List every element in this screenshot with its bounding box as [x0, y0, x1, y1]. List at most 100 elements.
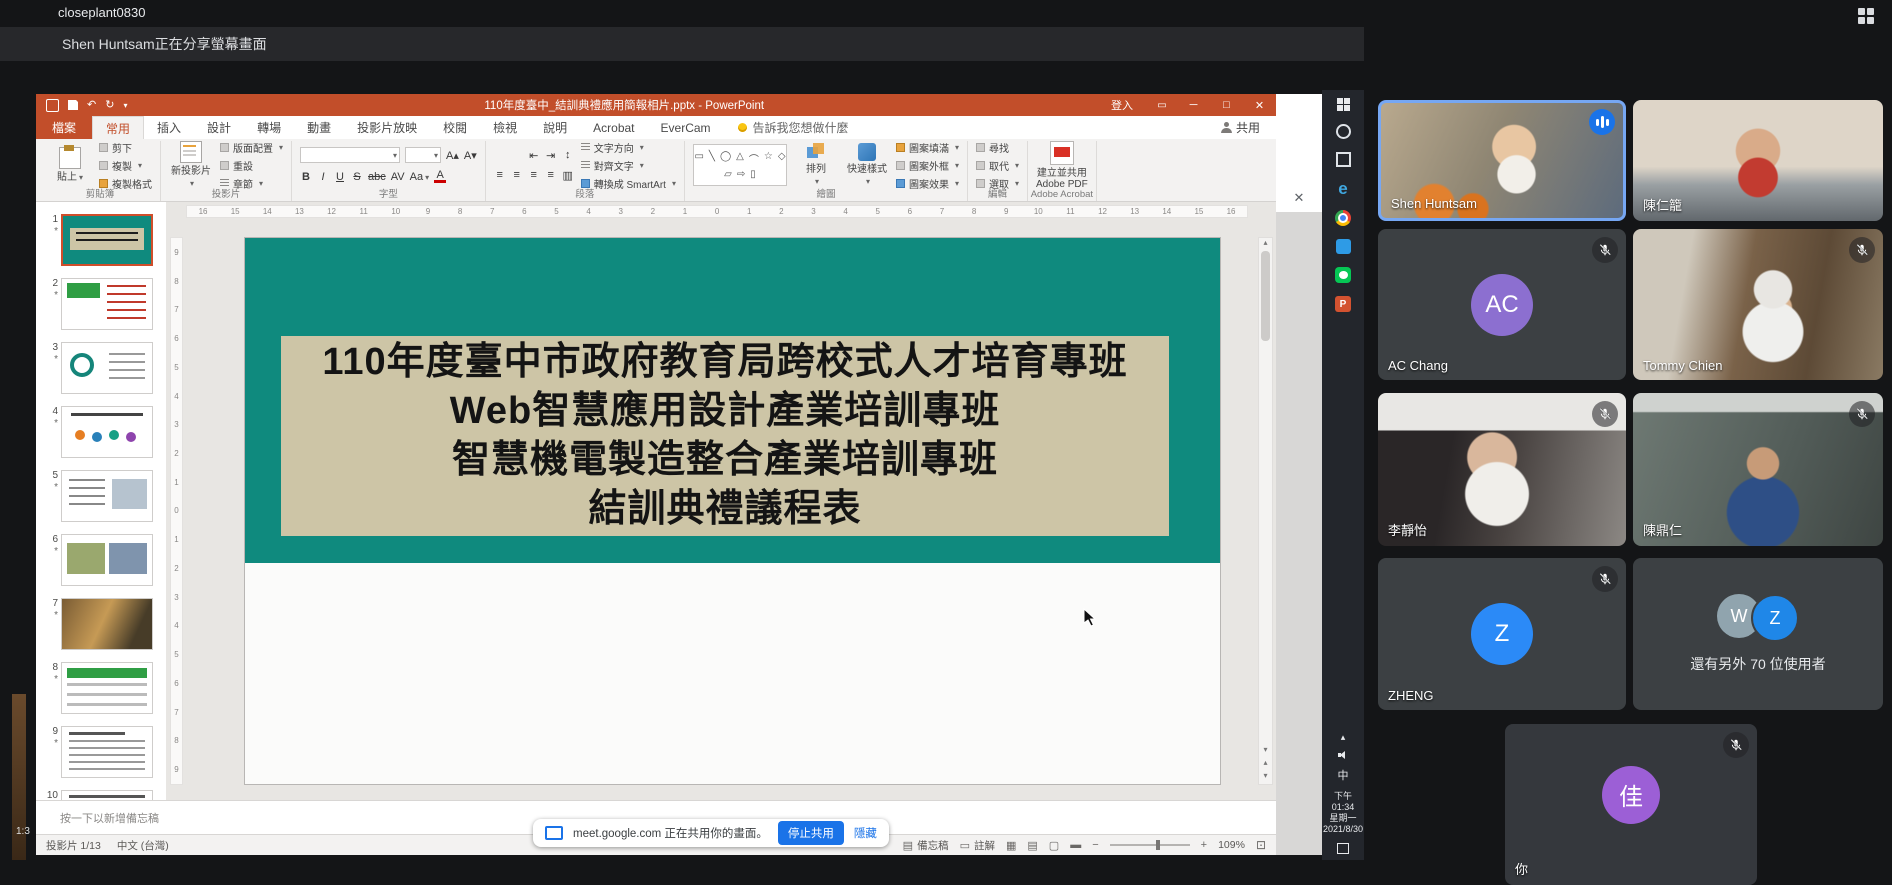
reset-button[interactable]: 重設	[220, 158, 283, 173]
task-view-icon[interactable]	[1336, 152, 1351, 167]
ribbon-tab[interactable]: 檔案	[36, 116, 92, 139]
grow-font-button[interactable]: A▴	[446, 149, 459, 162]
windows-start-icon[interactable]	[1337, 98, 1350, 111]
justify-button[interactable]: ≡	[545, 169, 557, 181]
decrease-indent-button[interactable]: ⇤	[528, 149, 540, 162]
tell-me-box[interactable]: 告訴我您想做什麼	[738, 116, 849, 139]
share-button[interactable]: 共用	[1221, 116, 1260, 139]
qat-customize-icon[interactable]	[123, 100, 127, 111]
ribbon-tab[interactable]: 檢視	[480, 116, 530, 139]
powerpoint-taskbar-icon[interactable]	[1335, 296, 1351, 312]
ribbon-tab[interactable]: 設計	[194, 116, 244, 139]
edge-icon[interactable]	[1338, 180, 1347, 197]
arrange-button[interactable]: 排列	[794, 143, 838, 187]
comments-toggle[interactable]: 註解	[960, 838, 995, 853]
align-right-button[interactable]: ≡	[528, 169, 540, 181]
slideshow-view-icon[interactable]	[1070, 839, 1081, 851]
language-indicator[interactable]: 中文 (台灣)	[117, 838, 169, 853]
notes-toggle[interactable]: 備忘稿	[903, 838, 949, 853]
strikethrough-button[interactable]: abc	[368, 171, 386, 183]
slide-thumbnail[interactable]: 3 *	[40, 342, 166, 394]
hide-button[interactable]: 隱藏	[854, 825, 877, 841]
signin-label[interactable]: 登入	[1111, 97, 1133, 113]
underline-button[interactable]: U	[334, 171, 346, 183]
font-name-select[interactable]	[300, 147, 400, 163]
participant-tile-shen-huntsam[interactable]: Shen Huntsam	[1378, 100, 1626, 221]
taskbar-overflow-icon[interactable]	[1341, 732, 1346, 743]
more-participants-tile[interactable]: W Z 還有另外 70 位使用者	[1633, 558, 1883, 710]
ribbon-tab[interactable]: 轉場	[244, 116, 294, 139]
align-left-button[interactable]: ≡	[494, 169, 506, 181]
participant-tile-li-jingyi[interactable]: 李靜怡	[1378, 393, 1626, 546]
align-text-button[interactable]: 對齊文字	[581, 158, 676, 173]
text-direction-button[interactable]: 文字方向	[581, 140, 676, 155]
maximize-button[interactable]	[1210, 99, 1243, 111]
undo-icon[interactable]	[87, 100, 96, 111]
taskbar-clock[interactable]: 下午 01:34 星期一 2021/8/30	[1322, 791, 1364, 835]
ribbon-tab[interactable]: 動畫	[294, 116, 344, 139]
ime-indicator[interactable]: 中	[1338, 767, 1349, 783]
minimize-button[interactable]	[1177, 99, 1210, 111]
slide-thumbnail[interactable]: 10 *	[40, 790, 166, 800]
participant-tile-tommy-chien[interactable]: Tommy Chien	[1633, 229, 1883, 380]
paste-button[interactable]: 貼上	[48, 147, 92, 183]
scrollbar-thumb[interactable]	[1261, 251, 1270, 341]
save-icon[interactable]	[68, 100, 78, 110]
slide-thumbnail[interactable]: 4 *	[40, 406, 166, 458]
ribbon-tab[interactable]: 說明	[530, 116, 580, 139]
zoom-out-icon[interactable]	[1092, 839, 1098, 851]
previous-slide-icon[interactable]	[1263, 758, 1267, 767]
close-icon[interactable]	[1276, 190, 1322, 206]
search-icon[interactable]	[1336, 124, 1351, 139]
quick-styles-button[interactable]: 快速樣式	[845, 143, 889, 187]
stop-sharing-button[interactable]: 停止共用	[778, 821, 844, 845]
shrink-font-button[interactable]: A▾	[464, 149, 477, 162]
ribbon-tab[interactable]: 插入	[144, 116, 194, 139]
speaker-icon[interactable]	[1338, 751, 1349, 759]
vertical-scrollbar[interactable]	[1258, 237, 1273, 785]
bold-button[interactable]: B	[300, 171, 312, 183]
participant-tile-zheng[interactable]: Z ZHENG	[1378, 558, 1626, 710]
cut-button[interactable]: 剪下	[99, 140, 152, 155]
slide-thumbnail[interactable]: 6 *	[40, 534, 166, 586]
ribbon-tab[interactable]: 校閱	[430, 116, 480, 139]
redo-icon[interactable]	[105, 100, 114, 111]
scroll-down-icon[interactable]	[1263, 745, 1267, 754]
change-case-button[interactable]: Aa	[410, 171, 429, 183]
reading-view-icon[interactable]	[1049, 839, 1059, 852]
slide-thumbnail[interactable]: 7 *	[40, 598, 166, 650]
new-slide-button[interactable]: 新投影片	[169, 141, 213, 189]
next-slide-icon[interactable]	[1263, 771, 1267, 780]
align-center-button[interactable]: ≡	[511, 169, 523, 181]
slide-thumbnail[interactable]: 9 *	[40, 726, 166, 778]
fit-to-window-icon[interactable]	[1256, 838, 1266, 852]
zoom-level[interactable]: 109%	[1218, 839, 1245, 851]
participant-tile-chen-dingren[interactable]: 陳鼎仁	[1633, 393, 1883, 546]
chrome-icon[interactable]	[1335, 210, 1351, 226]
action-center-icon[interactable]	[1337, 843, 1349, 854]
shapes-gallery[interactable]: ▭╲◯△⌒ ☆◇▱⇨▯	[693, 144, 787, 186]
shape-fill-button[interactable]: 圖案填滿	[896, 140, 959, 155]
create-pdf-button[interactable]: 建立並共用Adobe PDF	[1036, 141, 1088, 190]
layout-button[interactable]: 版面配置	[220, 140, 283, 155]
slide-sorter-view-icon[interactable]	[1027, 839, 1037, 852]
ribbon-tab[interactable]: 投影片放映	[344, 116, 430, 139]
slide-thumbnail[interactable]: 1 *	[40, 214, 166, 266]
app-icon-blue[interactable]	[1336, 239, 1351, 254]
slide-thumbnail[interactable]: 8 *	[40, 662, 166, 714]
shape-outline-button[interactable]: 圖案外框	[896, 158, 959, 173]
ribbon-tab[interactable]: 常用	[92, 116, 144, 139]
slide-title-textbox[interactable]: 110年度臺中市政府教育局跨校式人才培育專班Web智慧應用設計產業培訓專班智慧機…	[281, 336, 1169, 536]
copy-button[interactable]: 複製	[99, 158, 152, 173]
increase-indent-button[interactable]: ⇥	[545, 149, 557, 162]
shadow-button[interactable]: S	[351, 171, 363, 183]
char-spacing-button[interactable]: AV	[391, 171, 405, 183]
italic-button[interactable]: I	[317, 171, 329, 183]
ribbon-tab[interactable]: Acrobat	[580, 116, 647, 139]
line-spacing-button[interactable]: ↕	[562, 149, 574, 161]
ribbon-display-options-icon[interactable]	[1147, 100, 1177, 111]
font-size-select[interactable]	[405, 147, 441, 163]
find-button[interactable]: 尋找	[976, 140, 1019, 155]
zoom-slider[interactable]	[1110, 844, 1190, 846]
ribbon-tab[interactable]: EverCam	[648, 116, 724, 139]
